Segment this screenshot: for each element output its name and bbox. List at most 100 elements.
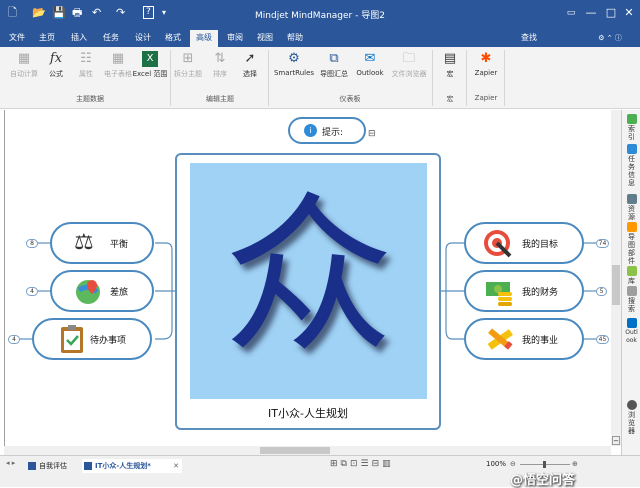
horizontal-scroll-thumb[interactable] [260, 447, 330, 454]
watermark: @悟空问答 [510, 473, 576, 488]
ribbon-separator [504, 50, 505, 106]
outlook-icon [626, 318, 637, 328]
map-doc-icon [28, 462, 36, 470]
central-topic-label: IT小众-人生规划 [268, 407, 348, 420]
task-info-icon [626, 144, 637, 154]
zoom-level[interactable]: 100% [486, 460, 506, 468]
count-badge[interactable]: 4 [26, 287, 38, 296]
group-dashboard: 仪表板 [339, 95, 361, 103]
tab-nav-icon[interactable]: ◂ ▸ [6, 459, 15, 467]
group-topic-data: 主题数据 [76, 95, 104, 103]
sort-icon: ⇅ [214, 51, 226, 66]
sidepanel-browser[interactable]: 浏览器 [625, 400, 638, 435]
central-topic[interactable]: 众 IT小众-人生规划 [175, 153, 441, 430]
group-macro: 宏 [446, 95, 454, 103]
horizontal-scrollbar[interactable] [4, 446, 611, 455]
minimize-button[interactable]: — [580, 4, 602, 22]
sidepanel-search[interactable]: 搜索 [625, 286, 638, 313]
excel-range-button[interactable]: X Excel 范围 [130, 51, 170, 79]
topic-todo[interactable]: 待办事项 [32, 318, 152, 360]
tab-home[interactable]: 主页 [34, 30, 60, 47]
tab-task[interactable]: 任务 [98, 30, 124, 47]
topic-my-goals[interactable]: 我的目标 [464, 222, 584, 264]
topic-label: 差旅 [110, 288, 129, 298]
tab-insert[interactable]: 插入 [66, 30, 92, 47]
topic-label: 平衡 [110, 240, 129, 250]
count-badge[interactable]: 45 [596, 335, 609, 344]
sidepanel-resources[interactable]: 资源 [625, 194, 638, 221]
count-badge[interactable]: 8 [26, 239, 38, 248]
map-doc-icon [84, 462, 92, 470]
macro-button[interactable]: ▤ 宏 [430, 51, 470, 79]
tab-review[interactable]: 审阅 [222, 30, 248, 47]
sidepanel-outlook[interactable]: Outlook [625, 318, 638, 345]
sidepanel-index[interactable]: 索引 [625, 114, 638, 141]
zapier-icon: ✱ [480, 51, 492, 66]
zoom-out-icon[interactable]: ⊖ [510, 460, 516, 468]
group-edit-topic: 编辑主题 [206, 95, 234, 103]
topic-label: 我的目标 [522, 240, 559, 250]
map-rollup-button[interactable]: ⧉ 导图汇总 [314, 51, 354, 79]
index-icon [626, 114, 637, 124]
view-mode-icons[interactable]: ⊞⧉⊡☰⊟▥ [330, 459, 394, 469]
calc-icon: ▦ [17, 51, 31, 66]
outlook-button[interactable]: ✉ Outlook [350, 51, 390, 77]
doc-tab-it-plan[interactable]: IT小众-人生规划* ✕ [82, 459, 182, 473]
split-icon: ⊞ [182, 51, 194, 66]
user-icon[interactable]: ⚙ ⌃ ⓘ [590, 30, 630, 47]
sidepanel-map-parts[interactable]: 导图部件 [625, 222, 638, 265]
doc-tab-self-assessment[interactable]: 自我评估 [26, 459, 76, 473]
sidepanel-library[interactable]: 库 [625, 266, 638, 285]
zapier-button[interactable]: ✱ Zapier [466, 51, 506, 77]
attachment-icon[interactable]: ⊟ [368, 129, 376, 139]
properties-icon: ☷ [80, 51, 92, 66]
tab-advanced[interactable]: 高级 [190, 30, 218, 47]
tab-design[interactable]: 设计 [130, 30, 156, 47]
tab-view[interactable]: 视图 [252, 30, 278, 47]
close-tab-icon[interactable]: ✕ [173, 459, 179, 473]
sidepanel-task-info[interactable]: 任务信息 [625, 144, 638, 187]
scales-icon: ⚖ [74, 230, 94, 255]
formula-icon: fx [49, 51, 63, 66]
count-badge[interactable]: 5 [596, 287, 607, 296]
title-bar: 🗋 📂 💾 🖶 ↶ ↷ ? ▾ Mindjet MindManager - 导图… [0, 0, 640, 30]
ribbon: ▦ 自动计算 fx 公式 ☷ 属性 ▦ 电子表格 X Excel 范围 主题数据 ⊞ 拆分主… [0, 47, 640, 109]
excel-icon: X [142, 51, 158, 67]
status-bar: ◂ ▸ 自我评估 IT小众-人生规划* ✕ ⊞⧉⊡☰⊟▥ 100% ⊖ ⊕ @悟空… [0, 455, 640, 488]
tab-help[interactable]: 帮助 [282, 30, 308, 47]
count-badge[interactable]: 74 [596, 239, 609, 248]
central-glyph: 众 [223, 178, 394, 376]
fit-map-icon[interactable]: − [612, 436, 620, 445]
central-topic-image: 众 [190, 163, 427, 399]
macro-icon: ▤ [443, 51, 457, 66]
topic-my-finance[interactable]: 我的财务 [464, 270, 584, 312]
zoom-slider-thumb[interactable] [543, 461, 546, 468]
clipboard-icon [56, 324, 88, 354]
topic-balance[interactable]: ⚖ 平衡 [50, 222, 154, 264]
file-browser-icon: 🗀 [402, 51, 416, 66]
smartrules-button[interactable]: ⚙ SmartRules [272, 51, 316, 77]
zoom-in-icon[interactable]: ⊕ [572, 460, 578, 468]
topic-label: 我的财务 [522, 288, 559, 298]
window-title: Mindjet MindManager - 导图2 [255, 11, 385, 21]
pencil-ruler-icon [484, 324, 516, 354]
tip-topic[interactable]: i 提示: [288, 117, 366, 144]
topic-travel[interactable]: 差旅 [50, 270, 154, 312]
tab-file[interactable]: 文件 [4, 30, 30, 47]
map-parts-icon [626, 222, 637, 232]
vertical-scroll-thumb[interactable] [612, 265, 620, 305]
map-pin-icon [72, 276, 104, 306]
tab-format[interactable]: 格式 [160, 30, 186, 47]
money-icon [484, 276, 516, 306]
select-icon: ➚ [244, 51, 256, 66]
ribbon-display-icon[interactable]: ▭ [560, 4, 582, 22]
library-icon [626, 266, 637, 276]
smartrules-icon: ⚙ [288, 51, 300, 66]
file-browser-button[interactable]: 🗀 文件浏览器 [388, 51, 430, 79]
count-badge[interactable]: 4 [8, 335, 20, 344]
select-button[interactable]: ➚ 选择 [230, 51, 270, 79]
topic-my-career[interactable]: 我的事业 [464, 318, 584, 360]
vertical-scrollbar[interactable]: − [611, 110, 621, 446]
search-button[interactable]: 查找 [516, 30, 542, 47]
close-button[interactable]: ✕ [618, 4, 640, 22]
